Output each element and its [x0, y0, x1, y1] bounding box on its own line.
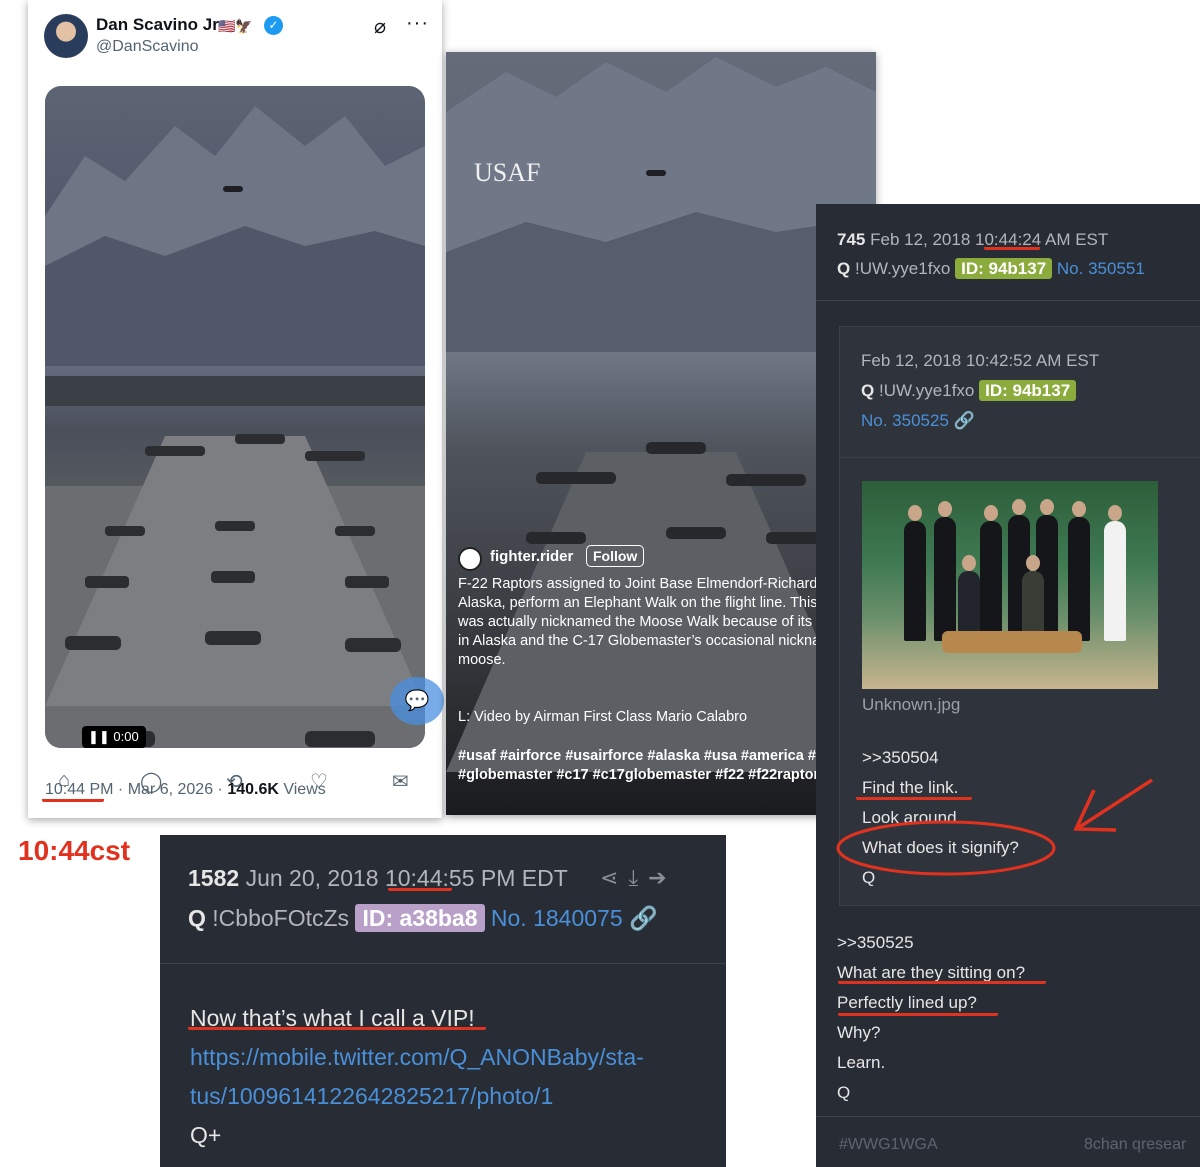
- annotation-overlay: [836, 778, 1153, 876]
- red-circle: [836, 820, 1056, 876]
